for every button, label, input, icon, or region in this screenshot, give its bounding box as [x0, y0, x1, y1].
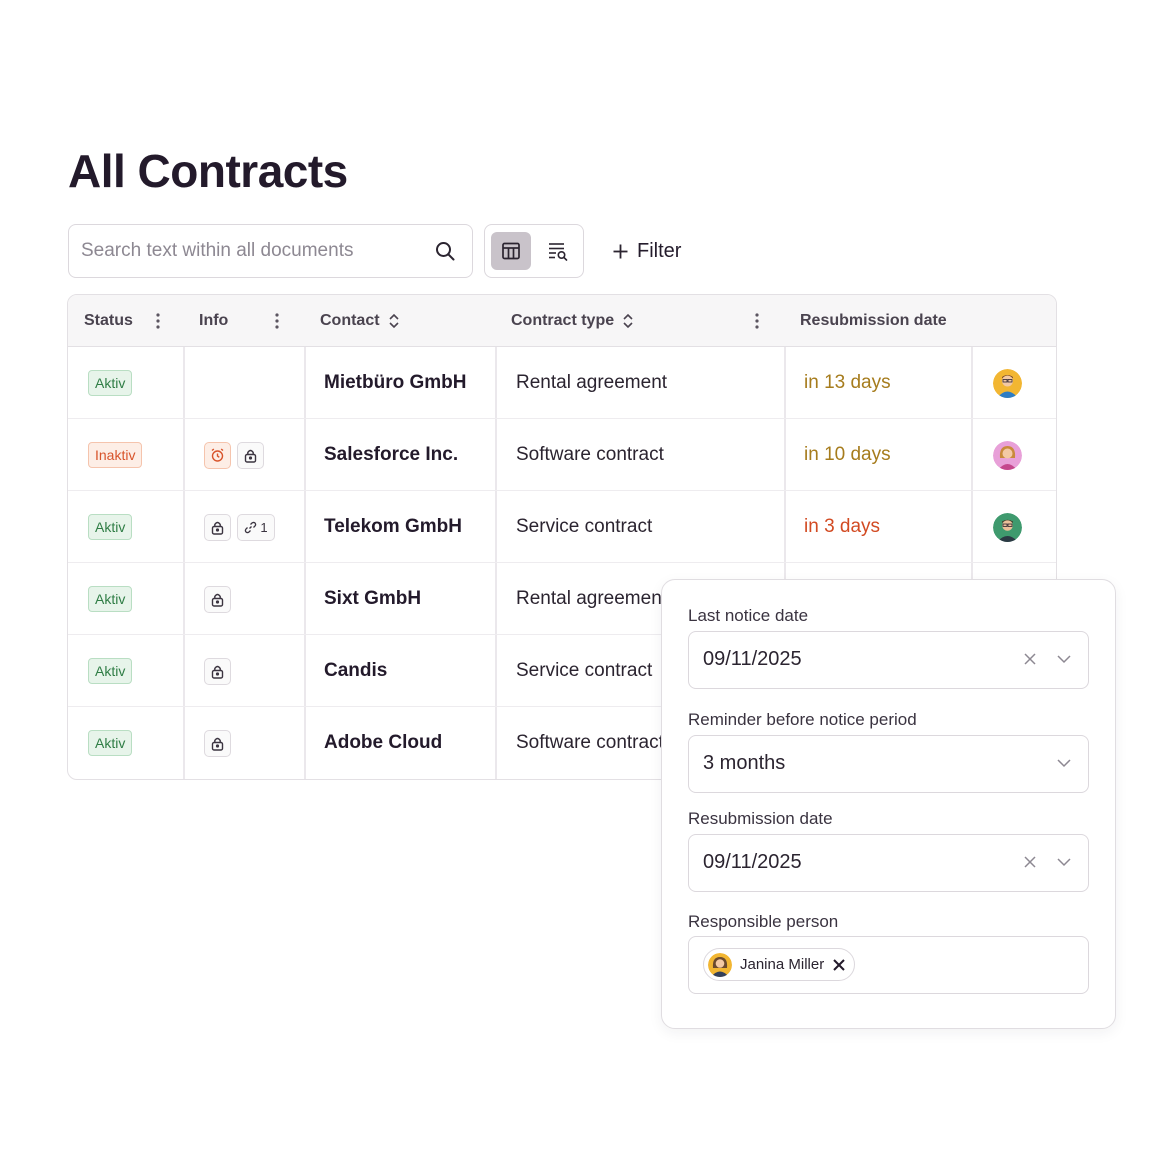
chevron-down-icon[interactable]: [1056, 757, 1072, 769]
search-box[interactable]: [68, 224, 473, 278]
filter-label: Filter: [637, 239, 682, 262]
contract-type: Rental agreement: [516, 588, 668, 609]
contact-name: Salesforce Inc.: [324, 444, 459, 465]
person-chip[interactable]: Janina Miller: [703, 948, 856, 981]
last-notice-value: 09/11/2025: [703, 648, 802, 670]
reminder-label: Reminder before notice period: [688, 710, 917, 729]
contract-type: Service contract: [516, 516, 653, 537]
contact-name: Telekom GmbH: [324, 516, 462, 537]
responsible-label: Responsible person: [688, 912, 839, 931]
resubmission-date: in 10 days: [804, 444, 891, 465]
lock-icon[interactable]: [204, 657, 231, 685]
chevron-down-icon[interactable]: [1056, 653, 1072, 665]
reminder-value: 3 months: [703, 752, 786, 774]
table-row[interactable]: Aktiv Mietbüro GmbH Rental agreement in …: [68, 347, 1056, 419]
column-header-contract-type[interactable]: Contract type: [511, 295, 634, 346]
resubmission-date: in 3 days: [804, 516, 881, 537]
avatar[interactable]: [993, 440, 1022, 470]
contact-name: Sixt GmbH: [324, 588, 422, 609]
column-header-resubmission[interactable]: Resubmission date: [800, 295, 947, 346]
link-icon[interactable]: 1: [237, 513, 275, 541]
status-badge: Aktiv: [88, 514, 133, 540]
close-icon[interactable]: [1022, 854, 1038, 870]
table-row[interactable]: Aktiv 1 Telekom GmbH Service contract in…: [68, 491, 1056, 563]
person-name: Janina Miller: [740, 956, 825, 973]
contact-name: Mietbüro GmbH: [324, 372, 467, 393]
contract-type: Service contract: [516, 660, 653, 681]
resubmission-label: Resubmission date: [688, 809, 833, 828]
search-icon[interactable]: [434, 240, 456, 262]
resubmission-date-field[interactable]: 09/11/2025: [688, 834, 1089, 892]
plus-icon: [613, 244, 628, 258]
column-header-label: Status: [84, 311, 133, 329]
kebab-menu-icon[interactable]: [275, 313, 279, 329]
contract-details-popover: Last notice date 09/11/2025 Reminder bef…: [661, 579, 1116, 1029]
status-badge: Aktiv: [88, 586, 133, 612]
close-icon[interactable]: [1022, 651, 1038, 667]
contract-type: Software contract: [516, 444, 664, 465]
page-title: All Contracts: [68, 145, 348, 197]
contract-type: Software contract: [516, 732, 664, 753]
status-badge: Aktiv: [88, 370, 133, 396]
resubmission-date: in 13 days: [804, 372, 891, 393]
status-badge: Inaktiv: [88, 442, 143, 468]
responsible-person-field[interactable]: Janina Miller: [688, 936, 1089, 994]
column-header-info[interactable]: Info: [199, 295, 228, 346]
column-header-contact[interactable]: Contact: [320, 295, 400, 346]
column-header-label: Contact: [320, 311, 380, 329]
reminder-select[interactable]: 3 months: [688, 735, 1089, 793]
status-badge: Aktiv: [88, 658, 133, 684]
alarm-icon[interactable]: [204, 441, 231, 469]
document-search-view-button[interactable]: [538, 232, 578, 270]
column-header-label: Resubmission date: [800, 311, 947, 329]
last-notice-date-field[interactable]: 09/11/2025: [688, 631, 1089, 689]
column-header-status[interactable]: Status: [84, 295, 133, 346]
close-icon[interactable]: [832, 958, 846, 972]
kebab-menu-icon[interactable]: [156, 313, 160, 329]
chevron-down-icon[interactable]: [1056, 856, 1072, 868]
resubmission-value: 09/11/2025: [703, 851, 802, 873]
sort-icon: [623, 313, 633, 328]
table-header: Status Info Contact Contract type Resubm…: [68, 295, 1056, 347]
lock-icon[interactable]: [204, 585, 231, 613]
list-search-icon: [549, 243, 568, 261]
contact-name: Adobe Cloud: [324, 732, 443, 753]
filter-button[interactable]: Filter: [612, 236, 681, 266]
avatar[interactable]: [993, 512, 1022, 542]
table-row[interactable]: Inaktiv Salesforce Inc. Software contrac…: [68, 419, 1056, 491]
link-count: 1: [260, 519, 268, 535]
avatar: [708, 952, 732, 977]
lock-icon[interactable]: [204, 513, 231, 541]
status-badge: Aktiv: [88, 730, 133, 756]
contact-name: Candis: [324, 660, 388, 681]
view-toggle: [484, 224, 584, 278]
search-input[interactable]: [81, 225, 421, 276]
table-layout-icon: [502, 242, 520, 260]
sort-icon: [388, 313, 399, 328]
kebab-menu-icon[interactable]: [755, 313, 759, 329]
table-view-button[interactable]: [491, 232, 531, 270]
column-header-label: Contract type: [511, 311, 615, 329]
column-header-label: Info: [199, 311, 229, 329]
lock-icon[interactable]: [237, 441, 264, 469]
contract-type: Rental agreement: [516, 372, 668, 393]
lock-icon[interactable]: [204, 729, 231, 757]
last-notice-label: Last notice date: [688, 606, 809, 625]
avatar[interactable]: [993, 368, 1022, 398]
